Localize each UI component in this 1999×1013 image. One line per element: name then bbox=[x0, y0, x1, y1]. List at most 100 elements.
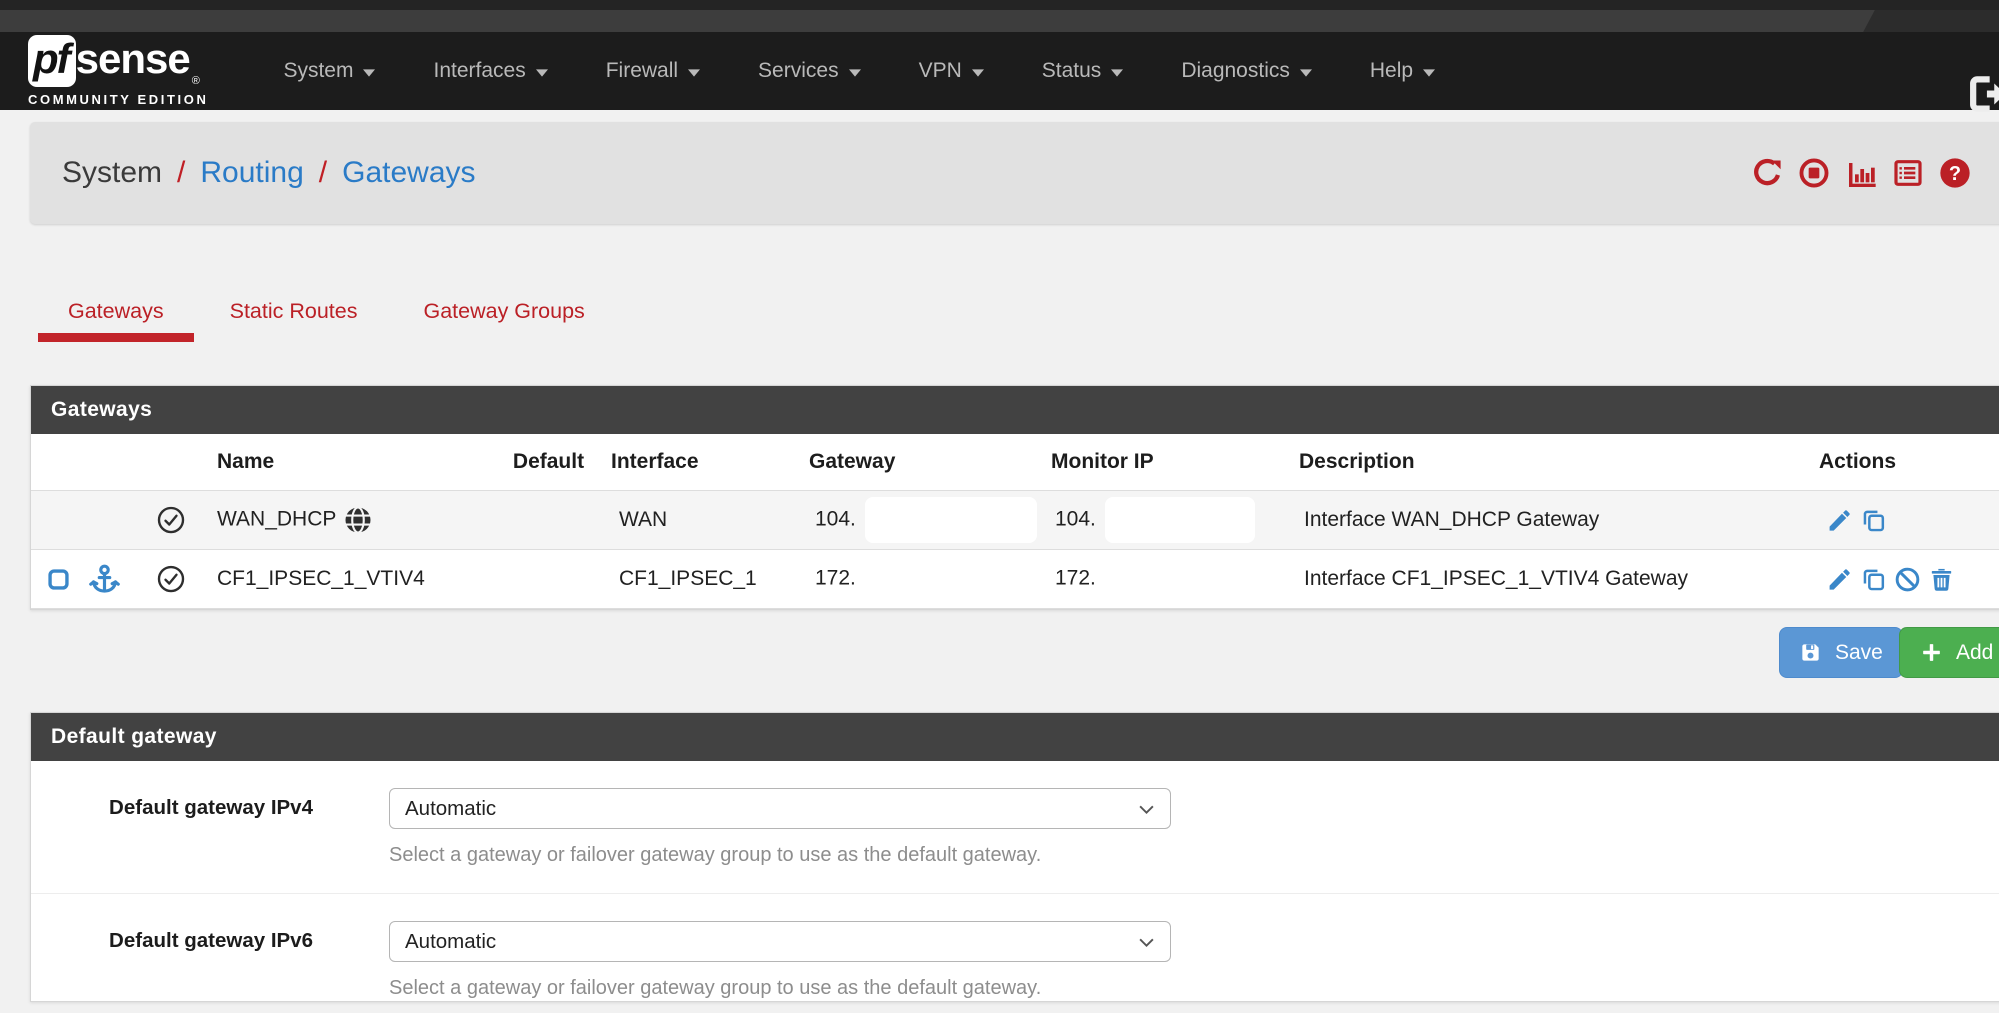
cell-default bbox=[496, 550, 601, 609]
default-gateway-panel: Default gateway Default gateway IPv4 Aut… bbox=[30, 712, 1999, 1002]
cell-vpn bbox=[85, 550, 141, 609]
breadcrumb-bar: System / Routing / Gateways bbox=[30, 122, 1999, 224]
default-gateway-ipv4-select[interactable]: Automatic bbox=[389, 788, 1171, 829]
caret-down-icon bbox=[1111, 69, 1123, 77]
edit-gateway-icon[interactable] bbox=[1826, 566, 1853, 593]
nav-item-label: VPN bbox=[919, 59, 962, 83]
col-gateway: Gateway bbox=[796, 434, 1041, 491]
tab-label: Gateways bbox=[68, 299, 164, 323]
cell-select bbox=[31, 550, 85, 609]
community-edition-label: COMMUNITY EDITION bbox=[28, 92, 208, 107]
nav-item-services[interactable]: Services bbox=[729, 32, 890, 110]
nav-item-system[interactable]: System bbox=[254, 32, 404, 110]
selected-value: Automatic bbox=[405, 797, 496, 821]
form-row-ipv6: Default gateway IPv6 Automatic Select a … bbox=[31, 893, 1999, 1000]
default-candidate-square-icon[interactable] bbox=[45, 566, 72, 593]
sense-logo-text: sense bbox=[76, 35, 190, 83]
gateways-panel: Gateways Name Default Interface Gateway … bbox=[30, 385, 1999, 610]
chevron-down-icon bbox=[1138, 937, 1155, 948]
copy-gateway-icon[interactable] bbox=[1860, 566, 1887, 593]
browser-tab-strip bbox=[0, 10, 1999, 32]
gateway-address: 172. bbox=[815, 567, 856, 590]
cell-select bbox=[31, 491, 85, 550]
caret-down-icon bbox=[363, 69, 375, 77]
default-gateway-ipv6-select[interactable]: Automatic bbox=[389, 921, 1171, 962]
help-icon[interactable]: ? bbox=[1939, 157, 1971, 189]
caret-down-icon bbox=[1423, 69, 1435, 77]
cell-monitor-ip: 104. bbox=[1041, 491, 1291, 550]
gateways-table: Name Default Interface Gateway Monitor I… bbox=[31, 434, 1999, 609]
nav-menu: System Interfaces Firewall Services VPN … bbox=[254, 32, 1464, 110]
cell-status bbox=[141, 491, 201, 550]
nav-item-status[interactable]: Status bbox=[1013, 32, 1153, 110]
pf-logo-box: pf bbox=[28, 35, 76, 87]
stop-icon[interactable] bbox=[1798, 157, 1830, 189]
redacted-gateway-value bbox=[865, 556, 1037, 602]
nav-item-label: Interfaces bbox=[433, 59, 525, 83]
svg-text:?: ? bbox=[1949, 163, 1961, 185]
gateway-up-check-circle-icon bbox=[156, 564, 186, 594]
tab-label: Gateway Groups bbox=[423, 299, 584, 323]
cell-vpn bbox=[85, 491, 141, 550]
tab-gateways[interactable]: Gateways bbox=[38, 282, 194, 342]
cell-interface: WAN bbox=[601, 491, 796, 550]
nav-item-firewall[interactable]: Firewall bbox=[577, 32, 729, 110]
tab-static-routes[interactable]: Static Routes bbox=[200, 282, 388, 342]
routing-tabs: Gateways Static Routes Gateway Groups bbox=[38, 282, 615, 342]
default-gateway-ipv4-help: Select a gateway or failover gateway gro… bbox=[389, 844, 1171, 867]
cell-status bbox=[141, 550, 201, 609]
edit-gateway-icon[interactable] bbox=[1826, 507, 1853, 534]
caret-down-icon bbox=[688, 69, 700, 77]
cell-gateway: 104. bbox=[796, 491, 1041, 550]
add-button-label: Add bbox=[1956, 641, 1993, 665]
breadcrumb-separator: / bbox=[319, 156, 327, 190]
gateways-panel-title: Gateways bbox=[31, 386, 1999, 434]
pfsense-logo[interactable]: pf sense ® COMMUNITY EDITION bbox=[28, 35, 208, 107]
cell-monitor-ip: 172. bbox=[1041, 550, 1291, 609]
nav-item-help[interactable]: Help bbox=[1341, 32, 1464, 110]
delete-gateway-icon[interactable] bbox=[1928, 566, 1955, 593]
redacted-monitor-value bbox=[1105, 497, 1255, 543]
plus-icon bbox=[1920, 641, 1943, 664]
nav-item-interfaces[interactable]: Interfaces bbox=[404, 32, 576, 110]
nav-item-label: Services bbox=[758, 59, 839, 83]
redacted-gateway-value bbox=[865, 497, 1037, 543]
breadcrumb-separator: / bbox=[177, 156, 185, 190]
nav-item-label: Help bbox=[1370, 59, 1413, 83]
anchor-icon bbox=[88, 563, 121, 596]
cell-gateway: 172. bbox=[796, 550, 1041, 609]
save-button[interactable]: Save bbox=[1779, 627, 1903, 678]
monitor-ip-address: 172. bbox=[1055, 567, 1096, 590]
cell-interface: CF1_IPSEC_1 bbox=[601, 550, 796, 609]
nav-item-label: Diagnostics bbox=[1181, 59, 1290, 83]
nav-item-diagnostics[interactable]: Diagnostics bbox=[1152, 32, 1341, 110]
top-navbar: pf sense ® COMMUNITY EDITION System Inte… bbox=[0, 32, 1999, 110]
gateway-address: 104. bbox=[815, 508, 856, 531]
system-logs-icon[interactable] bbox=[1892, 157, 1924, 189]
refresh-icon[interactable] bbox=[1751, 157, 1783, 189]
col-default: Default bbox=[496, 434, 601, 491]
breadcrumb-system: System bbox=[62, 156, 162, 190]
caret-down-icon bbox=[849, 69, 861, 77]
nav-item-vpn[interactable]: VPN bbox=[890, 32, 1013, 110]
cell-actions bbox=[1811, 550, 1999, 609]
breadcrumb-gateways-link[interactable]: Gateways bbox=[342, 156, 475, 190]
selected-value: Automatic bbox=[405, 930, 496, 954]
breadcrumb-routing-link[interactable]: Routing bbox=[200, 156, 303, 190]
disable-gateway-icon[interactable] bbox=[1894, 566, 1921, 593]
cell-default bbox=[496, 491, 601, 550]
add-button[interactable]: Add bbox=[1899, 627, 1999, 678]
table-header-row: Name Default Interface Gateway Monitor I… bbox=[31, 434, 1999, 491]
monitoring-chart-icon[interactable] bbox=[1845, 157, 1877, 189]
registered-mark: ® bbox=[192, 75, 200, 87]
col-vpn bbox=[85, 434, 141, 491]
tab-gateway-groups[interactable]: Gateway Groups bbox=[393, 282, 614, 342]
sign-out-icon[interactable] bbox=[1964, 72, 1999, 116]
copy-gateway-icon[interactable] bbox=[1860, 507, 1887, 534]
default-gateway-panel-title: Default gateway bbox=[31, 713, 1999, 761]
chevron-down-icon bbox=[1138, 804, 1155, 815]
save-floppy-icon bbox=[1799, 641, 1822, 664]
col-description: Description bbox=[1291, 434, 1811, 491]
default-gateway-ipv6-label: Default gateway IPv6 bbox=[31, 921, 323, 1000]
cell-description: Interface WAN_DHCP Gateway bbox=[1291, 491, 1811, 550]
